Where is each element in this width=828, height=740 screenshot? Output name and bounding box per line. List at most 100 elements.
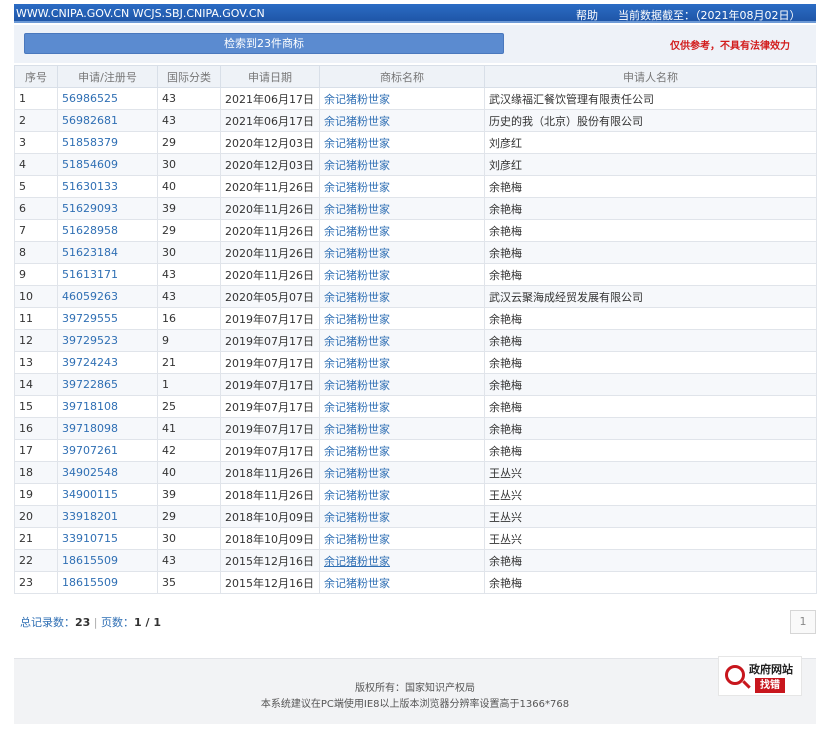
reg-no-link[interactable]: 18615509 [57,549,158,572]
row-index: 8 [14,241,58,264]
row-index: 12 [14,329,58,352]
col-header-date[interactable]: 申请日期 [220,65,320,88]
table-row: 6 51629093 39 2020年11月26日 余记猪粉世家 余艳梅 [14,197,817,220]
pages-label: 页数： [101,616,135,629]
date-cell: 2015年12月16日 [220,549,320,572]
applicant-cell: 武汉缘福汇餐饮管理有限责任公司 [484,87,817,110]
class-cell: 1 [157,373,221,396]
reg-no-link[interactable]: 39729555 [57,307,158,330]
data-as-of: 当前数据截至：（2021年08月02日） [618,9,801,22]
reg-no-link[interactable]: 51858379 [57,131,158,154]
mark-name-text[interactable]: 余记猪粉世家 [324,555,390,568]
reg-no-link[interactable]: 51628958 [57,219,158,242]
date-cell: 2018年10月09日 [220,505,320,528]
reg-no-link[interactable]: 33910715 [57,527,158,550]
reg-no-link[interactable]: 51854609 [57,153,158,176]
row-index: 16 [14,417,58,440]
mark-name-link[interactable]: 余记猪粉世家 [319,351,485,374]
table-row: 3 51858379 29 2020年12月03日 余记猪粉世家 刘彦红 [14,131,817,154]
table-row: 20 33918201 29 2018年10月09日 余记猪粉世家 王丛兴 [14,505,817,528]
class-cell: 39 [157,483,221,506]
mark-name-link[interactable]: 余记猪粉世家 [319,241,485,264]
reg-no-link[interactable]: 39718108 [57,395,158,418]
mark-name-link[interactable]: 余记猪粉世家 [319,505,485,528]
mark-name-link[interactable]: 余记猪粉世家 [319,175,485,198]
trademark-table: 序号 申请/注册号 国际分类 申请日期 商标名称 申请人名称 1 56986525… [14,65,817,594]
reg-no-link[interactable]: 56986525 [57,87,158,110]
mark-name-link[interactable]: 余记猪粉世家 [319,395,485,418]
date-cell: 2019年07月17日 [220,417,320,440]
mark-name-link[interactable]: 余记猪粉世家 [319,153,485,176]
row-index: 11 [14,307,58,330]
row-index: 17 [14,439,58,462]
date-cell: 2015年12月16日 [220,571,320,594]
magnifier-icon [725,665,745,685]
row-index: 6 [14,197,58,220]
mark-name-link[interactable]: 余记猪粉世家 [319,527,485,550]
mark-name-link[interactable]: 余记猪粉世家 [319,373,485,396]
col-header-index[interactable]: 序号 [14,65,58,88]
mark-name-link[interactable]: 余记猪粉世家 [319,439,485,462]
reg-no-link[interactable]: 33918201 [57,505,158,528]
col-header-applicant[interactable]: 申请人名称 [484,65,817,88]
reg-no-link[interactable]: 51623184 [57,241,158,264]
mark-name-link[interactable]: 余记猪粉世家 [319,329,485,352]
date-cell: 2018年11月26日 [220,461,320,484]
class-cell: 25 [157,395,221,418]
col-header-class[interactable]: 国际分类 [157,65,221,88]
reg-no-link[interactable]: 39718098 [57,417,158,440]
page-button-current[interactable]: 1 [790,610,816,634]
class-cell: 39 [157,197,221,220]
date-cell: 2021年06月17日 [220,109,320,132]
reg-no-link[interactable]: 51629093 [57,197,158,220]
reg-no-link[interactable]: 39724243 [57,351,158,374]
reg-no-link[interactable]: 34900115 [57,483,158,506]
mark-name-link[interactable]: 余记猪粉世家 [319,549,485,572]
reg-no-link[interactable]: 56982681 [57,109,158,132]
class-cell: 43 [157,285,221,308]
row-index: 10 [14,285,58,308]
mark-name-link[interactable]: 余记猪粉世家 [319,461,485,484]
reg-no-link[interactable]: 51630133 [57,175,158,198]
table-row: 1 56986525 43 2021年06月17日 余记猪粉世家 武汉缘福汇餐饮管理有限责… [14,87,817,110]
mark-name-link[interactable]: 余记猪粉世家 [319,307,485,330]
reg-no-link[interactable]: 18615509 [57,571,158,594]
mark-name-link[interactable]: 余记猪粉世家 [319,571,485,594]
date-cell: 2020年12月03日 [220,153,320,176]
mark-name-link[interactable]: 余记猪粉世家 [319,263,485,286]
applicant-cell: 刘彦红 [484,153,817,176]
reg-no-link[interactable]: 39722865 [57,373,158,396]
row-index: 23 [14,571,58,594]
gov-error-report-badge[interactable]: 政府网站 找错 [718,656,802,696]
reg-no-link[interactable]: 51613171 [57,263,158,286]
mark-name-link[interactable]: 余记猪粉世家 [319,417,485,440]
class-cell: 21 [157,351,221,374]
reg-no-link[interactable]: 34902548 [57,461,158,484]
date-cell: 2020年11月26日 [220,197,320,220]
class-cell: 43 [157,109,221,132]
reg-no-link[interactable]: 39729523 [57,329,158,352]
mark-name-link[interactable]: 余记猪粉世家 [319,483,485,506]
applicant-cell: 王丛兴 [484,505,817,528]
applicant-cell: 余艳梅 [484,549,817,572]
mark-name-link[interactable]: 余记猪粉世家 [319,219,485,242]
mark-name-link[interactable]: 余记猪粉世家 [319,109,485,132]
class-cell: 40 [157,175,221,198]
col-header-mark-name[interactable]: 商标名称 [319,65,485,88]
applicant-cell: 武汉云聚海成经贸发展有限公司 [484,285,817,308]
mark-name-link[interactable]: 余记猪粉世家 [319,197,485,220]
mark-name-link[interactable]: 余记猪粉世家 [319,131,485,154]
class-cell: 9 [157,329,221,352]
row-index: 7 [14,219,58,242]
reg-no-link[interactable]: 46059263 [57,285,158,308]
applicant-cell: 余艳梅 [484,351,817,374]
mark-name-link[interactable]: 余记猪粉世家 [319,87,485,110]
table-row: 12 39729523 9 2019年07月17日 余记猪粉世家 余艳梅 [14,329,817,352]
result-count-button[interactable]: 检索到23件商标 [24,33,504,54]
reg-no-link[interactable]: 39707261 [57,439,158,462]
mark-name-link[interactable]: 余记猪粉世家 [319,285,485,308]
top-bar: WWW.CNIPA.GOV.CN WCJS.SBJ.CNIPA.GOV.CN 帮… [14,4,816,23]
table-row: 10 46059263 43 2020年05月07日 余记猪粉世家 武汉云聚海成经贸发展有… [14,285,817,308]
col-header-reg-no[interactable]: 申请/注册号 [57,65,158,88]
help-link[interactable]: 帮助 [576,7,598,23]
